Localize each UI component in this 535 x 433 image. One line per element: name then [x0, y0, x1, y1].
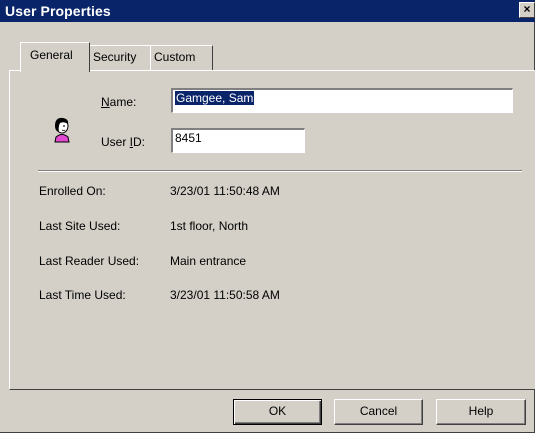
tab-security-label: Security [93, 50, 137, 64]
window-title: User Properties [5, 3, 111, 19]
tab-security[interactable]: Security [89, 45, 151, 70]
enrolled-on-value: 3/23/01 11:50:48 AM [170, 184, 280, 198]
separator [38, 170, 522, 172]
userid-label: User ID: [101, 135, 146, 149]
user-properties-dialog: User Properties × General Security Custo… [0, 0, 535, 433]
last-time-used-label: Last Time Used: [39, 288, 126, 302]
general-tab-panel: Name: Gamgee, Sam User ID: 8451 Enrolled… [9, 70, 535, 390]
tab-custom-label: Custom [154, 50, 196, 64]
last-site-used-value: 1st floor, North [170, 219, 249, 233]
name-label: Name: [101, 95, 137, 109]
userid-value: 8451 [175, 131, 202, 145]
title-bar[interactable]: User Properties × [0, 0, 535, 22]
tab-general[interactable]: General [20, 42, 90, 72]
ok-button[interactable]: OK [233, 399, 322, 425]
close-button[interactable]: × [519, 2, 535, 18]
help-button[interactable]: Help [436, 399, 526, 425]
last-reader-used-label: Last Reader Used: [39, 254, 140, 268]
name-field[interactable]: Gamgee, Sam [171, 88, 513, 113]
close-icon: × [523, 2, 531, 16]
tab-custom[interactable]: Custom [150, 45, 213, 70]
cancel-button[interactable]: Cancel [334, 399, 423, 425]
tab-general-label: General [30, 48, 73, 62]
name-value: Gamgee, Sam [175, 91, 255, 105]
last-site-used-label: Last Site Used: [39, 219, 121, 233]
last-time-used-value: 3/23/01 11:50:58 AM [170, 288, 280, 302]
enrolled-on-label: Enrolled On: [39, 184, 106, 198]
last-reader-used-value: Main entrance [170, 254, 247, 268]
userid-field[interactable]: 8451 [171, 128, 305, 153]
user-icon [54, 117, 70, 143]
